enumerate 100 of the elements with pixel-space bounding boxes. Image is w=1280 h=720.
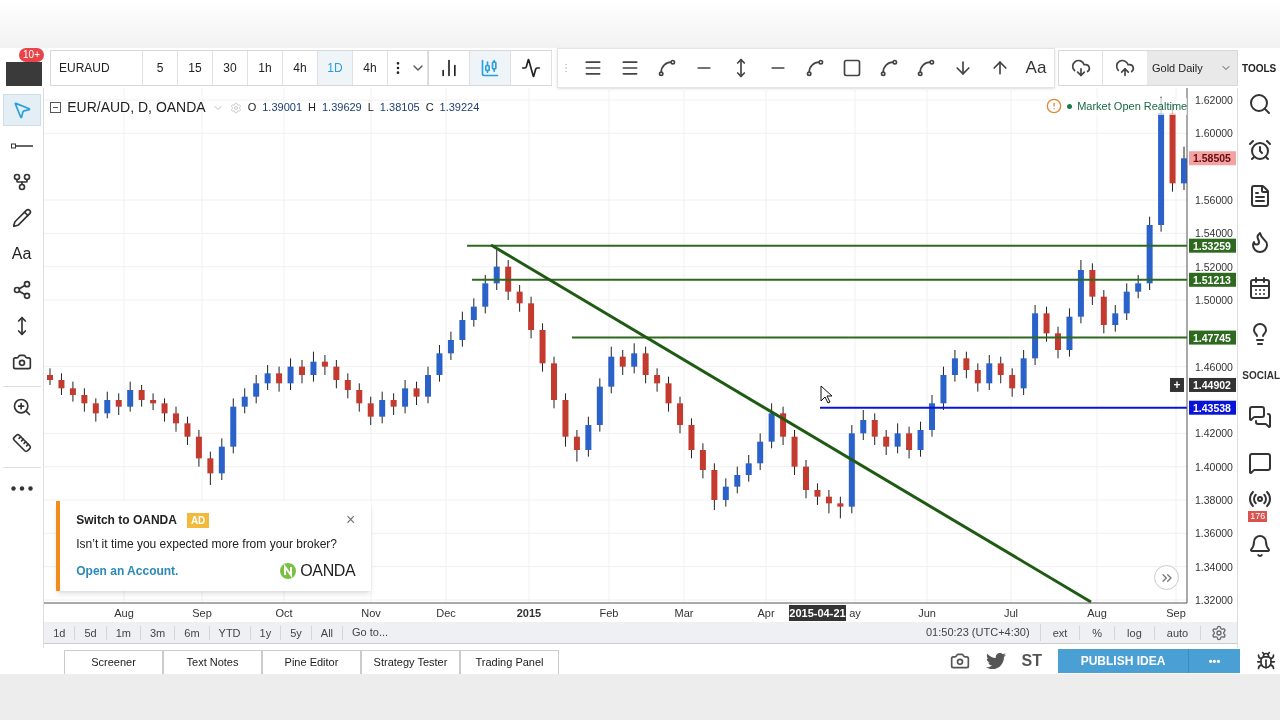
candle: [1032, 304, 1039, 366]
go-to-button[interactable]: Go to...: [343, 624, 398, 641]
range-button[interactable]: All: [311, 625, 344, 640]
curve-icon[interactable]: [915, 58, 936, 78]
ohlc-key: H: [308, 99, 316, 116]
interval-button[interactable]: 5: [143, 51, 178, 85]
close-button[interactable]: ×: [345, 512, 356, 528]
search-icon[interactable]: [1248, 92, 1273, 116]
text-tool-button[interactable]: Aa: [2, 238, 41, 270]
collapse-icon[interactable]: [50, 102, 62, 113]
ohlc-key: L: [367, 99, 374, 116]
candle: [688, 417, 695, 459]
layout-dropdown[interactable]: Gold Daily: [1147, 51, 1237, 85]
calendar-icon[interactable]: [1248, 276, 1273, 300]
candle: [1009, 367, 1016, 398]
cloud-upload-icon: [1115, 58, 1135, 78]
zoom-icon: [11, 397, 32, 417]
scale-option-button[interactable]: auto: [1154, 625, 1202, 640]
interval-button[interactable]: 4h: [353, 51, 388, 85]
message-icon[interactable]: [1248, 451, 1273, 475]
interval-button[interactable]: 15: [178, 51, 213, 85]
candle: [425, 366, 432, 404]
trend-line[interactable]: [490, 243, 1092, 604]
horizontal-level-line[interactable]: [571, 336, 1189, 339]
price-axis-label: 1.54000: [1195, 227, 1234, 240]
interval-button[interactable]: 30: [213, 51, 248, 85]
candle: [115, 392, 122, 416]
candle: [986, 354, 993, 391]
camera-icon[interactable]: [949, 651, 970, 671]
ad-message: Isn’t it time you expected more from your broker?: [76, 536, 338, 553]
candle: [196, 429, 203, 468]
warning-icon[interactable]: [1046, 98, 1063, 115]
horizontal-level-line[interactable]: [471, 278, 1189, 281]
range-button[interactable]: 6m: [175, 625, 210, 640]
scale-option-button[interactable]: %: [1080, 625, 1116, 640]
time-axis-label: 2015: [517, 607, 542, 619]
stocktwits-link[interactable]: ST: [1021, 649, 1042, 673]
candle: [184, 416, 191, 446]
candle: [81, 387, 88, 413]
candle: [608, 346, 615, 394]
candle: [127, 381, 134, 413]
range-button[interactable]: 5y: [281, 625, 312, 640]
mouse-cursor-icon: [820, 385, 833, 404]
range-button[interactable]: 1m: [106, 625, 141, 640]
interval-button[interactable]: 1h: [248, 51, 283, 85]
cursor-tool-button[interactable]: [2, 94, 41, 126]
candle: [975, 362, 982, 393]
candle: [837, 496, 844, 519]
bottom-panel-tab[interactable]: Strategy Tester: [361, 650, 460, 674]
candle: [230, 397, 237, 454]
line-chart-icon: [521, 58, 541, 78]
range-button[interactable]: 5d: [75, 625, 107, 640]
range-button[interactable]: YTD: [209, 625, 251, 640]
ad-title: Switch to OANDA: [76, 512, 177, 529]
text-tool-button[interactable]: Aa: [1018, 55, 1054, 81]
candle: [1066, 307, 1073, 358]
chat-icon[interactable]: [1248, 405, 1273, 429]
candle: [1055, 326, 1062, 359]
candle: [505, 259, 512, 301]
range-button[interactable]: 1y: [250, 625, 282, 640]
bottom-panel-tab[interactable]: Text Notes: [163, 650, 262, 674]
bug-icon[interactable]: [1256, 651, 1276, 671]
scale-option-button[interactable]: log: [1115, 625, 1155, 640]
candle: [436, 344, 443, 383]
time-axis-label: Jul: [1004, 607, 1019, 619]
horizontal-level-line[interactable]: [819, 406, 1189, 409]
range-button[interactable]: 3m: [141, 625, 176, 640]
candle: [574, 429, 581, 463]
bottom-panel-tab[interactable]: Pine Editor: [262, 650, 361, 674]
market-status: Market Open Realtime: [1077, 99, 1188, 114]
symbol-field[interactable]: EURAUD: [51, 51, 143, 85]
candle: [1101, 289, 1108, 334]
range-button[interactable]: 1d: [44, 625, 76, 640]
candle: [1181, 146, 1188, 191]
price-marker-value: 1.43538: [1193, 401, 1232, 414]
candle: [585, 416, 592, 458]
price-axis-label: 1.62000: [1195, 94, 1234, 106]
bird-icon[interactable]: [985, 651, 1006, 671]
scale-option-button[interactable]: ext: [1040, 625, 1081, 640]
candle: [264, 364, 271, 391]
horizontal-level-line[interactable]: [466, 244, 1189, 247]
bell-icon[interactable]: [1248, 534, 1273, 558]
alarm-clock-icon[interactable]: [1248, 138, 1273, 162]
candle: [768, 402, 775, 449]
bottom-panel-tab[interactable]: Trading Panel: [460, 650, 559, 674]
settings-icon[interactable]: [1211, 624, 1228, 641]
rectangle-icon[interactable]: [841, 58, 862, 78]
candle: [1020, 349, 1027, 396]
candle: [1078, 259, 1085, 324]
symbol-title: EUR/AUD, D, OANDA: [67, 98, 206, 117]
bottom-panel-tab[interactable]: Screener: [64, 650, 163, 674]
price-axis-label: 1.38000: [1195, 494, 1234, 506]
candle: [516, 284, 523, 313]
open-account-link[interactable]: Open an Account.: [76, 562, 179, 580]
time-axis-label: Aug: [114, 607, 134, 619]
scroll-to-latest-button[interactable]: [1154, 565, 1180, 590]
candle: [997, 356, 1004, 384]
ruler-icon: [11, 433, 32, 453]
candle: [333, 359, 340, 389]
candle: [493, 249, 500, 291]
